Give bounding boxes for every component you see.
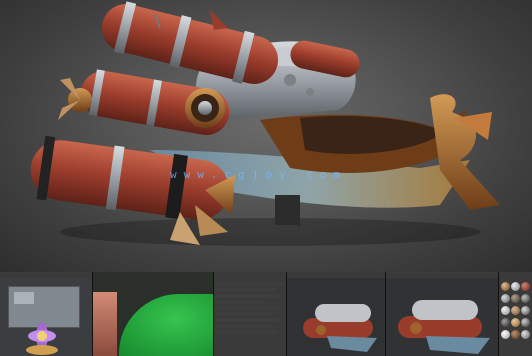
property-row[interactable] — [216, 282, 284, 286]
material-swatch[interactable] — [511, 294, 520, 303]
property-row[interactable] — [216, 300, 266, 304]
scene-viewport-panel[interactable] — [0, 272, 92, 356]
property-row[interactable] — [216, 318, 284, 322]
property-row[interactable] — [216, 294, 282, 298]
material-swatch[interactable] — [521, 318, 530, 327]
material-swatch[interactable] — [511, 330, 520, 339]
material-swatch[interactable] — [511, 318, 520, 327]
main-viewport[interactable]: www.cgjoy.com — [0, 0, 532, 272]
property-row[interactable] — [216, 306, 280, 310]
panel-menubar — [214, 272, 286, 278]
material-swatch[interactable] — [501, 306, 510, 315]
pillar-object — [93, 292, 117, 356]
material-swatch[interactable] — [521, 306, 530, 315]
property-row[interactable] — [216, 312, 274, 316]
render-preview-panel-1[interactable] — [287, 272, 385, 356]
property-row[interactable] — [216, 324, 272, 328]
material-swatch[interactable] — [511, 306, 520, 315]
material-swatch[interactable] — [511, 282, 520, 291]
material-swatch[interactable] — [521, 330, 530, 339]
panel-menubar — [499, 272, 532, 278]
material-swatch[interactable] — [501, 282, 510, 291]
material-swatch[interactable] — [501, 318, 510, 327]
green-surface — [119, 294, 213, 356]
material-swatch[interactable] — [501, 330, 510, 339]
scene-window — [14, 292, 34, 304]
render-preview-panel-2[interactable] — [386, 272, 498, 356]
flower-ornament-icon — [20, 316, 64, 356]
green-scene-panel[interactable] — [93, 272, 213, 356]
property-row[interactable] — [216, 288, 276, 292]
airship-thumbnail — [398, 300, 490, 354]
material-swatch[interactable] — [501, 294, 510, 303]
panel-menubar — [0, 272, 92, 278]
material-swatch[interactable] — [521, 294, 530, 303]
airship-model-render — [30, 1, 500, 246]
property-row[interactable] — [216, 330, 278, 334]
airship-thumbnail — [303, 304, 377, 352]
material-ball-library-panel[interactable] — [499, 272, 532, 356]
viewport-watermark: www.cgjoy.com — [170, 168, 348, 181]
material-editor-panel[interactable] — [214, 272, 286, 356]
material-swatch[interactable] — [521, 282, 530, 291]
